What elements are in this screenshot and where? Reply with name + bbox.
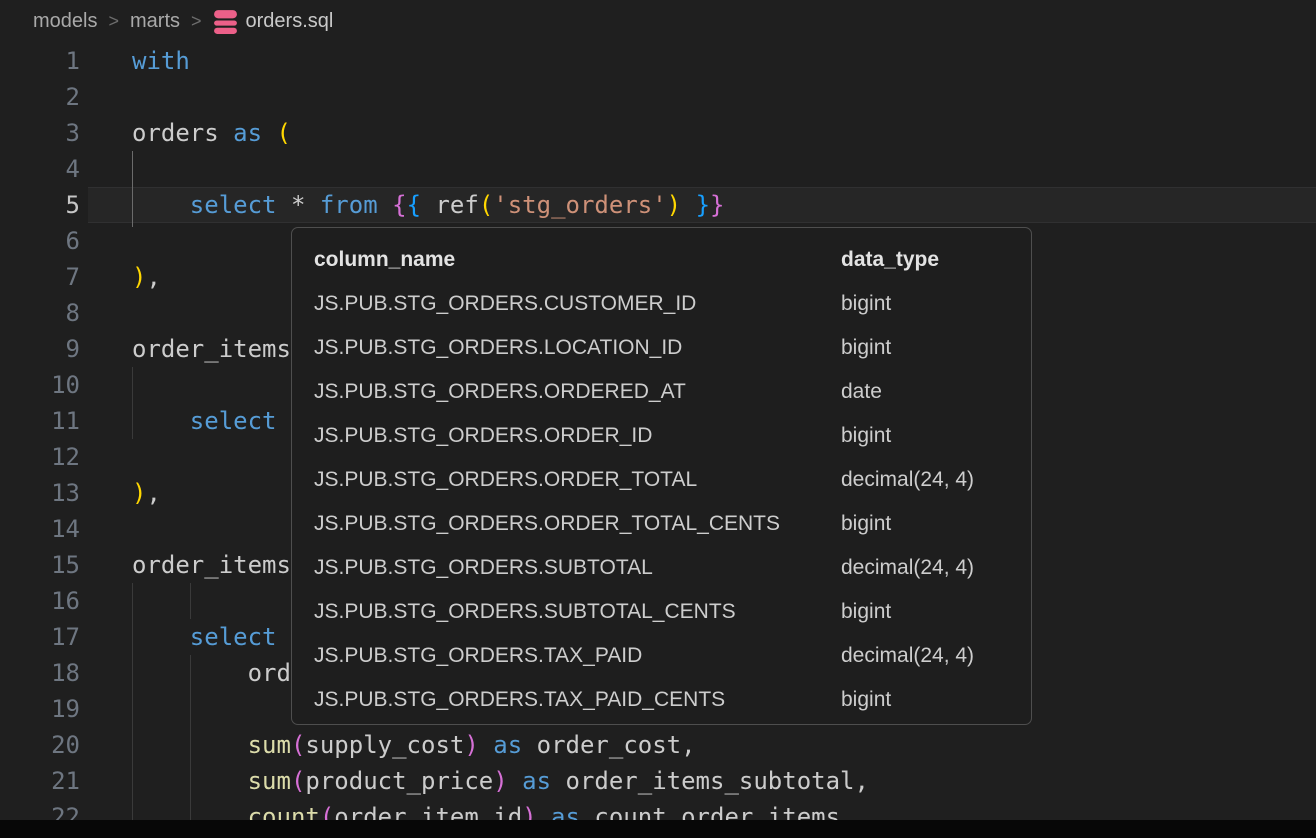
code-line[interactable]: 1 with <box>0 43 1316 79</box>
line-number: 18 <box>0 655 80 691</box>
data-type-cell: bigint <box>841 414 891 458</box>
code-line[interactable]: 3 orders as ( <box>0 115 1316 151</box>
code-line-text: order_items <box>132 331 291 367</box>
data-type-cell: bigint <box>841 326 891 370</box>
data-type-cell: decimal(24, 4) <box>841 546 974 590</box>
code-line[interactable]: 5 select * from {{ ref('stg_orders') }} <box>0 187 1316 223</box>
code-line-text: sum(product_price) as order_items_subtot… <box>132 763 869 799</box>
data-type-cell: bigint <box>841 678 891 722</box>
column-name-cell: JS.PUB.STG_ORDERS.ORDERED_AT <box>314 370 686 414</box>
tooltip-row: JS.PUB.STG_ORDERS.LOCATION_ID bigint <box>292 326 1031 370</box>
line-number: 12 <box>0 439 80 475</box>
line-number: 3 <box>0 115 80 151</box>
code-line-text: order_items <box>132 547 291 583</box>
line-number: 8 <box>0 295 80 331</box>
indent-guide <box>132 367 133 439</box>
tooltip-row: JS.PUB.STG_ORDERS.ORDER_TOTAL_CENTS bigin… <box>292 502 1031 546</box>
column-name-cell: JS.PUB.STG_ORDERS.LOCATION_ID <box>314 326 682 370</box>
breadcrumb-separator: > <box>191 11 202 32</box>
line-number: 1 <box>0 43 80 79</box>
breadcrumb: models > marts > orders.sql <box>0 0 1316 43</box>
indent-guide <box>132 583 133 820</box>
line-number: 17 <box>0 619 80 655</box>
bottom-panel-edge <box>0 820 1316 838</box>
data-type-cell: date <box>841 370 882 414</box>
code-line-text: sum(supply_cost) as order_cost, <box>132 727 696 763</box>
code-line[interactable]: 2 <box>0 79 1316 115</box>
data-type-cell: decimal(24, 4) <box>841 634 974 678</box>
line-number: 13 <box>0 475 80 511</box>
tooltip-row: JS.PUB.STG_ORDERS.TAX_PAID decimal(24, 4) <box>292 634 1031 678</box>
code-line-text: ), <box>132 259 161 295</box>
code-line-text: select <box>132 619 277 655</box>
tooltip-row: JS.PUB.STG_ORDERS.SUBTOTAL_CENTS bigint <box>292 590 1031 634</box>
code-line-text: orders as ( <box>132 115 291 151</box>
tooltip-row: JS.PUB.STG_ORDERS.ORDER_ID bigint <box>292 414 1031 458</box>
data-type-cell: bigint <box>841 282 891 326</box>
column-name-cell: JS.PUB.STG_ORDERS.ORDER_TOTAL <box>314 458 697 502</box>
data-type-cell: bigint <box>841 502 891 546</box>
line-number: 10 <box>0 367 80 403</box>
breadcrumb-separator: > <box>108 11 119 32</box>
schema-tooltip: column_name data_type JS.PUB.STG_ORDERS.… <box>291 227 1032 725</box>
line-number: 19 <box>0 691 80 727</box>
line-number: 2 <box>0 79 80 115</box>
code-line-text: ), <box>132 475 161 511</box>
indent-guide-active <box>132 151 133 227</box>
line-number: 9 <box>0 331 80 367</box>
column-name-cell: JS.PUB.STG_ORDERS.TAX_PAID <box>314 634 642 678</box>
indent-guide <box>190 583 191 619</box>
tooltip-header-column-name: column_name <box>314 238 455 282</box>
line-number: 20 <box>0 727 80 763</box>
tooltip-row: JS.PUB.STG_ORDERS.ORDERED_AT date <box>292 370 1031 414</box>
tooltip-header-data-type: data_type <box>841 238 939 282</box>
data-type-cell: decimal(24, 4) <box>841 458 974 502</box>
line-number: 4 <box>0 151 80 187</box>
code-line[interactable]: 4 <box>0 151 1316 187</box>
code-line[interactable]: 21 sum(product_price) as order_items_sub… <box>0 763 1316 799</box>
line-number: 21 <box>0 763 80 799</box>
line-number: 5 <box>0 187 80 223</box>
code-line-text: ord <box>132 655 291 691</box>
line-number: 16 <box>0 583 80 619</box>
tooltip-header-row: column_name data_type <box>292 238 1031 282</box>
column-name-cell: JS.PUB.STG_ORDERS.ORDER_ID <box>314 414 652 458</box>
code-line-text: select <box>132 403 277 439</box>
tooltip-row: JS.PUB.STG_ORDERS.ORDER_TOTAL decimal(24,… <box>292 458 1031 502</box>
column-name-cell: JS.PUB.STG_ORDERS.TAX_PAID_CENTS <box>314 678 725 722</box>
data-type-cell: bigint <box>841 590 891 634</box>
breadcrumb-item-marts[interactable]: marts <box>130 10 180 33</box>
line-number: 11 <box>0 403 80 439</box>
tooltip-row: JS.PUB.STG_ORDERS.TAX_PAID_CENTS bigint <box>292 678 1031 722</box>
tooltip-row: JS.PUB.STG_ORDERS.CUSTOMER_ID bigint <box>292 282 1031 326</box>
line-number: 6 <box>0 223 80 259</box>
tooltip-row: JS.PUB.STG_ORDERS.SUBTOTAL decimal(24, 4) <box>292 546 1031 590</box>
code-line-text: with <box>132 43 190 79</box>
breadcrumb-file-name[interactable]: orders.sql <box>246 10 334 33</box>
code-line[interactable]: 20 sum(supply_cost) as order_cost, <box>0 727 1316 763</box>
indent-guide <box>190 655 191 820</box>
database-icon <box>213 8 238 35</box>
column-name-cell: JS.PUB.STG_ORDERS.SUBTOTAL <box>314 546 653 590</box>
line-number: 7 <box>0 259 80 295</box>
line-number: 15 <box>0 547 80 583</box>
column-name-cell: JS.PUB.STG_ORDERS.SUBTOTAL_CENTS <box>314 590 736 634</box>
column-name-cell: JS.PUB.STG_ORDERS.ORDER_TOTAL_CENTS <box>314 502 780 546</box>
column-name-cell: JS.PUB.STG_ORDERS.CUSTOMER_ID <box>314 282 696 326</box>
code-line-text: select * from {{ ref('stg_orders') }} <box>132 187 724 223</box>
breadcrumb-item-models[interactable]: models <box>33 10 97 33</box>
line-number: 14 <box>0 511 80 547</box>
